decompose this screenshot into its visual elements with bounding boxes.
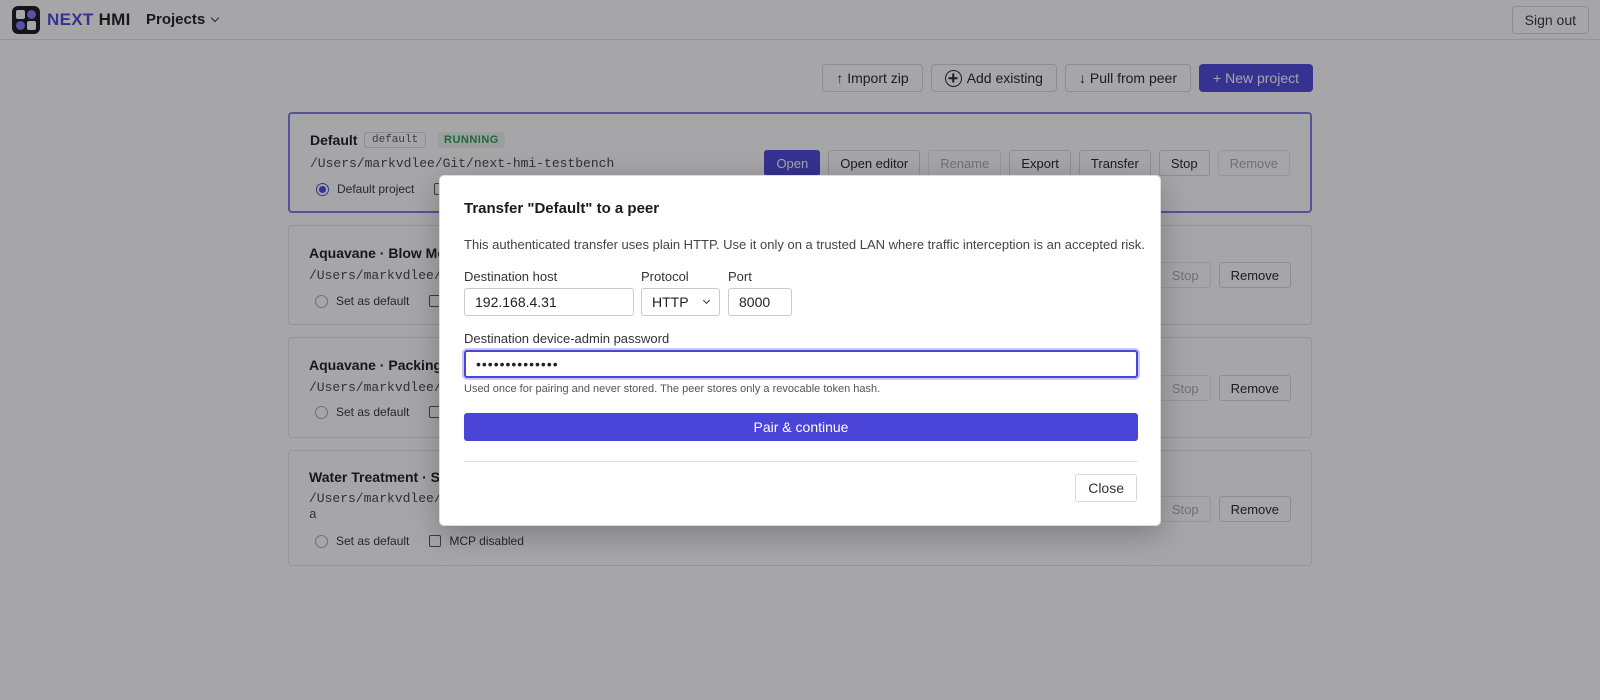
http-warning-text: This authenticated transfer uses plain H…: [464, 237, 1145, 252]
transfer-dialog: Transfer "Default" to a peer This authen…: [439, 175, 1161, 526]
password-label: Destination device-admin password: [464, 331, 670, 346]
port-input[interactable]: 8000: [728, 288, 792, 316]
dialog-title: Transfer "Default" to a peer: [464, 200, 660, 217]
password-input[interactable]: ••••••••••••••: [464, 350, 1138, 378]
port-label: Port: [728, 269, 752, 284]
close-button[interactable]: Close: [1075, 474, 1137, 502]
divider: [464, 461, 1138, 462]
pair-continue-button[interactable]: Pair & continue: [464, 413, 1138, 441]
protocol-value: HTTP: [652, 294, 689, 310]
protocol-label: Protocol: [641, 269, 689, 284]
chevron-down-icon: [702, 296, 710, 305]
protocol-select[interactable]: HTTP: [641, 288, 720, 316]
host-label: Destination host: [464, 269, 558, 284]
host-input[interactable]: 192.168.4.31: [464, 288, 634, 316]
password-hint: Used once for pairing and never stored. …: [464, 383, 881, 395]
